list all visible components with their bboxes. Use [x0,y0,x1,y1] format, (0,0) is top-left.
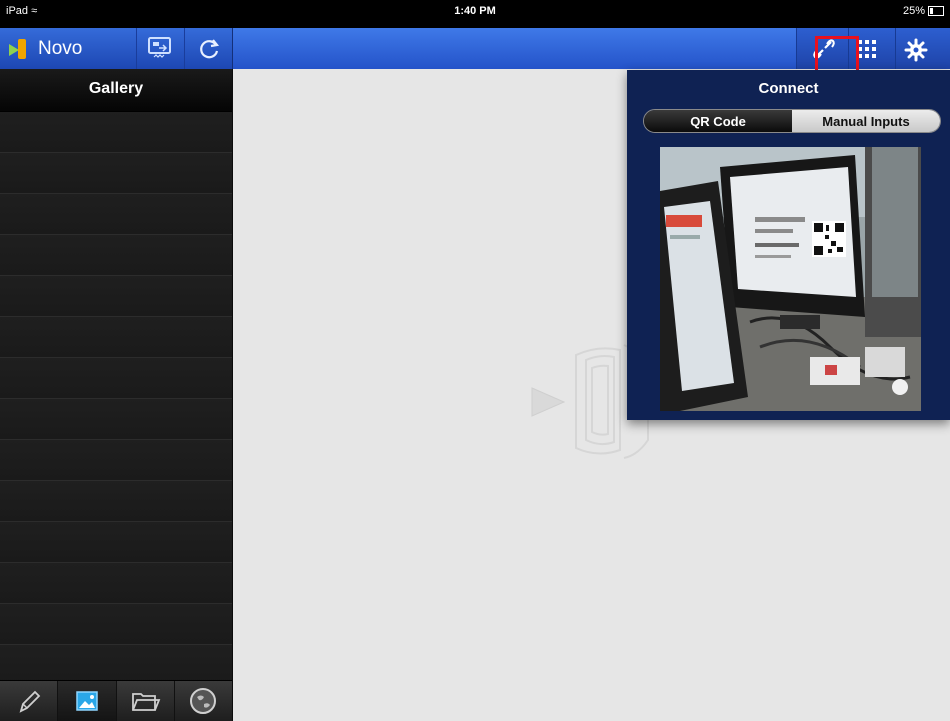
segment-manual-inputs[interactable]: Manual Inputs [792,110,940,132]
list-item[interactable] [0,563,232,604]
tab-files[interactable] [117,681,175,721]
connect-mode-segmented-control: QR Code Manual Inputs [643,109,941,133]
connect-icon [813,39,835,59]
toolbar-right-group [796,28,950,69]
list-item[interactable] [0,153,232,194]
battery-percent: 25% [902,5,925,17]
pencil-icon [19,690,40,713]
list-item[interactable] [0,522,232,563]
status-bar: iPad ≈ 1:40 PM 25% [0,0,950,28]
status-time: 1:40 PM [454,5,496,17]
folder-icon [132,693,161,711]
top-toolbar: Novo [0,28,950,69]
sidebar-title: Gallery [0,69,232,112]
left-header: Novo [0,28,233,69]
connect-popover: Connect QR Code Manual Inputs [627,70,950,420]
globe-icon [190,688,217,714]
popover-title: Connect [758,80,819,97]
tab-gallery[interactable] [58,681,117,721]
bottom-tab-bar [0,680,232,721]
battery-icon [928,6,944,16]
list-item[interactable] [0,235,232,276]
gallery-icon [76,691,98,711]
settings-button[interactable] [902,36,930,64]
list-item[interactable] [0,440,232,481]
camera-feed-image [660,147,921,411]
list-item[interactable] [0,481,232,522]
qr-camera-preview[interactable] [660,147,921,411]
list-item[interactable] [0,358,232,399]
app-name: Novo [38,37,83,59]
list-item[interactable] [0,399,232,440]
tab-web[interactable] [175,681,232,721]
list-item[interactable] [0,112,232,153]
refresh-button[interactable] [196,36,222,62]
list-item[interactable] [0,604,232,645]
connect-button[interactable] [804,30,846,67]
cast-screen-button[interactable] [145,35,175,62]
novo-logo-icon [6,37,30,61]
segment-qr-code[interactable]: QR Code [644,110,792,132]
list-item[interactable] [0,276,232,317]
tab-draw[interactable] [0,681,59,721]
gear-icon [904,38,928,62]
grid-icon [858,40,876,58]
grid-view-button[interactable] [854,36,880,62]
battery-indicator: 25% [903,5,944,17]
gallery-list [0,112,232,686]
cast-screen-icon [148,37,171,58]
list-item[interactable] [0,317,232,358]
novo-app-button[interactable]: Novo [6,33,132,64]
refresh-icon [200,39,220,59]
gallery-sidebar: Gallery [0,69,233,721]
list-item[interactable] [0,194,232,235]
